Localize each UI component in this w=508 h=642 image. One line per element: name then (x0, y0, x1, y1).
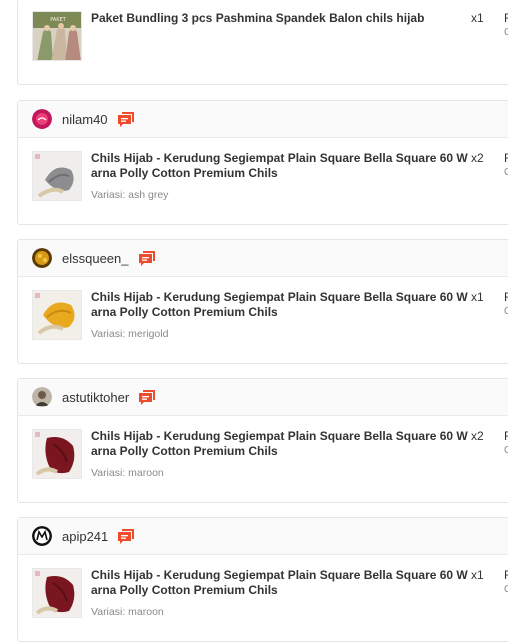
buyer-header: elssqueen_ (18, 240, 508, 277)
product-thumbnail[interactable] (32, 290, 82, 340)
price-original: F (504, 290, 508, 304)
chat-icon[interactable] (117, 111, 134, 127)
buyer-avatar[interactable] (32, 526, 52, 546)
price-original: F (504, 151, 508, 165)
product-thumbnail[interactable] (32, 151, 82, 201)
buyer-header: apip241 (18, 518, 508, 555)
order-card: astutiktoher Chils Hijab - Kerudung Segi… (17, 378, 508, 503)
order-item: Chils Hijab - Kerudung Segiempat Plain S… (32, 290, 508, 342)
product-thumbnail[interactable] (32, 429, 82, 479)
order-item: Chils Hijab - Kerudung Segiempat Plain S… (32, 568, 508, 620)
chat-icon[interactable] (118, 528, 135, 544)
product-variation: Variasi: maroon (91, 467, 164, 479)
product-name[interactable]: Chils Hijab - Kerudung Segiempat Plain S… (91, 568, 469, 598)
buyer-avatar[interactable] (32, 109, 52, 129)
price-original: F (504, 429, 508, 443)
product-name[interactable]: Chils Hijab - Kerudung Segiempat Plain S… (91, 151, 469, 181)
buyer-username[interactable]: astutiktoher (62, 390, 129, 405)
quantity: x1 (471, 290, 484, 304)
buyer-header: astutiktoher (18, 379, 508, 416)
chat-icon[interactable] (138, 250, 155, 266)
price-final: C (504, 27, 508, 38)
product-name[interactable]: Chils Hijab - Kerudung Segiempat Plain S… (91, 290, 469, 320)
product-variation: Variasi: maroon (91, 606, 164, 618)
chat-icon[interactable] (139, 389, 156, 405)
buyer-username[interactable]: elssqueen_ (62, 251, 129, 266)
product-thumbnail[interactable] (32, 568, 82, 618)
price-final: C (504, 167, 508, 178)
order-item: Chils Hijab - Kerudung Segiempat Plain S… (32, 429, 508, 481)
price-final: C (504, 306, 508, 317)
price-final: C (504, 445, 508, 456)
order-card: elssqueen_ Chils Hijab - Kerudung Segiem… (17, 239, 508, 364)
order-card: apip241 Chils Hijab - Kerudung Segiempat… (17, 517, 508, 642)
product-name[interactable]: Chils Hijab - Kerudung Segiempat Plain S… (91, 429, 469, 459)
order-card: PAKET Paket Bundling 3 pcs Pashmina Span… (17, 0, 508, 85)
product-thumbnail[interactable]: PAKET (32, 11, 82, 61)
buyer-avatar[interactable] (32, 248, 52, 268)
buyer-header: nilam40 (18, 101, 508, 138)
price-original: F (504, 11, 508, 25)
price-original: F (504, 568, 508, 582)
quantity: x1 (471, 568, 484, 582)
buyer-username[interactable]: apip241 (62, 529, 108, 544)
svg-text:PAKET: PAKET (50, 17, 67, 23)
quantity: x2 (471, 429, 484, 443)
order-item: Chils Hijab - Kerudung Segiempat Plain S… (32, 151, 508, 203)
buyer-avatar[interactable] (32, 387, 52, 407)
quantity: x1 (471, 11, 484, 25)
product-variation: Variasi: merigold (91, 328, 169, 340)
order-item: PAKET Paket Bundling 3 pcs Pashmina Span… (32, 11, 508, 63)
buyer-username[interactable]: nilam40 (62, 112, 108, 127)
order-card: nilam40 Chils Hijab - Kerudung Segiempat… (17, 100, 508, 225)
quantity: x2 (471, 151, 484, 165)
product-name[interactable]: Paket Bundling 3 pcs Pashmina Spandek Ba… (91, 11, 469, 26)
product-variation: Variasi: ash grey (91, 189, 169, 201)
price-final: C (504, 584, 508, 595)
